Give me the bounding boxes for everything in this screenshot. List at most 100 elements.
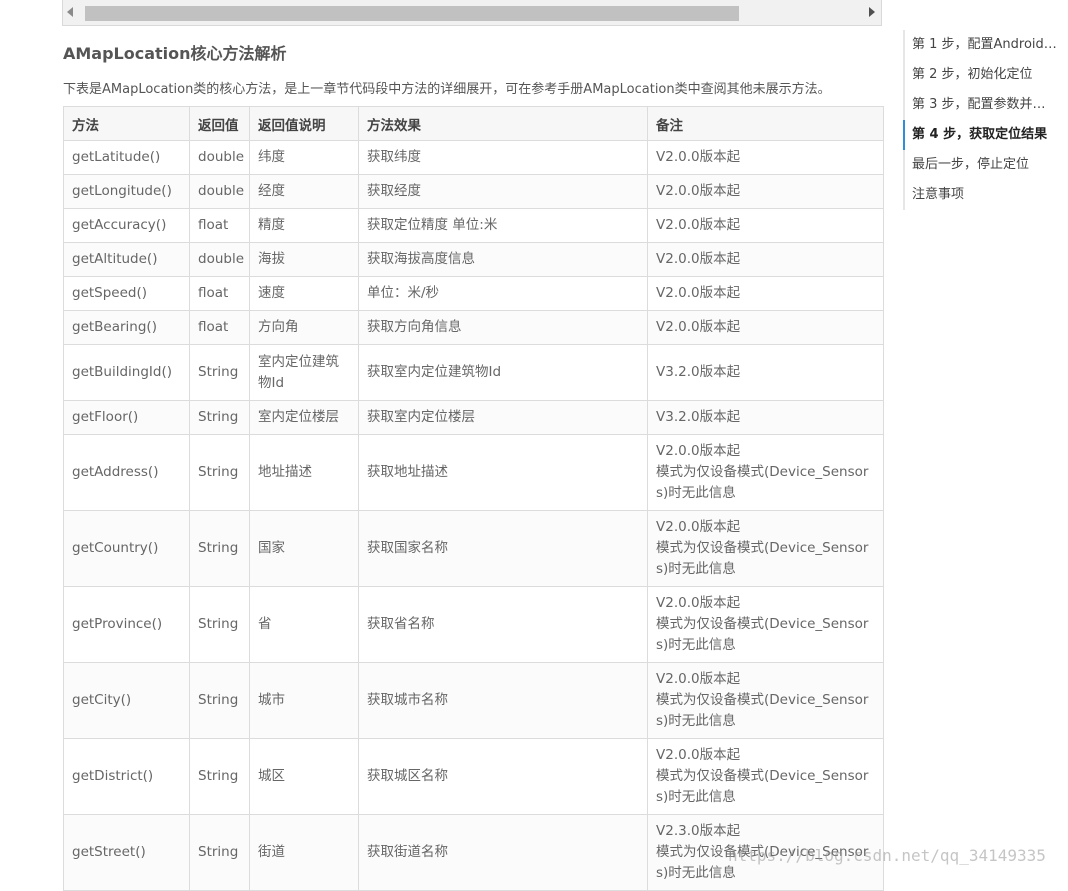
note-cell: V3.2.0版本起 <box>647 400 884 435</box>
note-line: V2.0.0版本起 <box>656 285 741 301</box>
note-line: V2.0.0版本起 <box>656 443 741 459</box>
method-cell: getLongitude() <box>63 174 190 209</box>
note-line: V2.0.0版本起 <box>656 183 741 199</box>
note-cell: V3.2.0版本起 <box>647 344 884 401</box>
return-type-cell: String <box>189 814 250 891</box>
intro-text: 下表是AMapLocation类的核心方法，是上一章节代码段中方法的详细展开，可… <box>63 82 831 97</box>
note-line: 模式为仅设备模式(Device_Sensor <box>656 692 869 708</box>
return-type-cell: String <box>189 434 250 511</box>
effect-cell: 获取街道名称 <box>358 814 648 891</box>
effect-cell: 获取方向角信息 <box>358 310 648 345</box>
toc-item-step-4[interactable]: 第 4 步，获取定位结果 <box>903 120 1065 150</box>
toc-item-step-1[interactable]: 第 1 步，配置Android… <box>903 30 1065 60</box>
column-header: 返回值说明 <box>249 106 359 141</box>
effect-cell: 获取省名称 <box>358 586 648 663</box>
note-line: V2.0.0版本起 <box>656 251 741 267</box>
method-cell: getCity() <box>63 662 190 739</box>
table-row: getBearing() float 方向角 获取方向角信息 V2.0.0版本起 <box>63 310 884 345</box>
note-cell: V2.0.0版本起 模式为仅设备模式(Device_Sensor s)时无此信息 <box>647 738 884 815</box>
method-cell: getAddress() <box>63 434 190 511</box>
effect-cell: 获取城区名称 <box>358 738 648 815</box>
table-row: getCity() String 城市 获取城市名称 V2.0.0版本起 模式为仅设备模式… <box>63 662 884 739</box>
table-row: getDistrict() String 城区 获取城区名称 V2.0.0版本起 模式为仅… <box>63 738 884 815</box>
return-desc-cell: 精度 <box>249 208 359 243</box>
note-line: s)时无此信息 <box>656 637 736 653</box>
note-line: V2.0.0版本起 <box>656 747 741 763</box>
method-cell: getDistrict() <box>63 738 190 815</box>
return-type-cell: float <box>189 310 250 345</box>
table-row: getProvince() String 省获取省名称 V2.0.0版本起 模式为仅设备… <box>63 586 884 663</box>
column-header: 返回值 <box>189 106 250 141</box>
return-desc-cell: 经度 <box>249 174 359 209</box>
note-line: V2.0.0版本起 <box>656 217 741 233</box>
method-cell: getAltitude() <box>63 242 190 277</box>
note-cell: V2.0.0版本起 <box>647 242 884 277</box>
note-cell: V2.0.0版本起 <box>647 140 884 175</box>
table-row: getAccuracy() float 精度 获取定位精度 单位:米 V2.0.0版本起 <box>63 208 884 243</box>
horizontal-scrollbar[interactable] <box>62 0 882 26</box>
toc-item-step-3[interactable]: 第 3 步，配置参数并… <box>903 90 1065 120</box>
note-cell: V2.0.0版本起 模式为仅设备模式(Device_Sensor s)时无此信息 <box>647 662 884 739</box>
note-line: V2.0.0版本起 <box>656 595 741 611</box>
effect-cell: 获取定位精度 单位:米 <box>358 208 648 243</box>
method-cell: getStreet() <box>63 814 190 891</box>
return-type-cell: String <box>189 510 250 587</box>
note-cell: V2.0.0版本起 <box>647 276 884 311</box>
return-desc-cell: 方向角 <box>249 310 359 345</box>
scroll-left-icon[interactable] <box>67 7 73 17</box>
method-cell: getBuildingId() <box>63 344 190 401</box>
note-cell: V2.0.0版本起 <box>647 208 884 243</box>
effect-cell: 获取室内定位建筑物Id <box>358 344 648 401</box>
return-type-cell: float <box>189 276 250 311</box>
table-row: getAltitude() double 海拔 获取海拔高度信息 V2.0.0版本起 <box>63 242 884 277</box>
toc-item-notes[interactable]: 注意事项 <box>903 180 1065 210</box>
table-of-contents: 第 1 步，配置Android… 第 2 步，初始化定位 第 3 步，配置参数并… <box>903 30 1065 210</box>
note-line: s)时无此信息 <box>656 713 736 729</box>
return-desc-cell: 纬度 <box>249 140 359 175</box>
return-desc-cell: 城市 <box>249 662 359 739</box>
return-type-cell: String <box>189 662 250 739</box>
note-line: 模式为仅设备模式(Device_Sensor <box>656 464 869 480</box>
return-desc-cell: 室内定位建筑物Id <box>249 344 359 401</box>
method-cell: getFloor() <box>63 400 190 435</box>
note-line: 模式为仅设备模式(Device_Sensor <box>656 540 869 556</box>
note-cell: V2.0.0版本起模式为仅设备模式(Device_Sensor s)时无此信息 <box>647 586 884 663</box>
watermark: https://blog.csdn.net/qq_34149335 <box>728 846 1046 865</box>
note-line: V2.3.0版本起 <box>656 823 741 839</box>
method-cell: getProvince() <box>63 586 190 663</box>
return-desc-cell: 省 <box>249 586 359 663</box>
note-cell: V2.0.0版本起 <box>647 310 884 345</box>
note-cell: V2.0.0版本起 模式为仅设备模式(Device_Sensor s)时无此信息 <box>647 510 884 587</box>
effect-cell: 单位：米/秒 <box>358 276 648 311</box>
table-row: getLongitude() double 经度 获取经度 V2.0.0版本起 <box>63 174 884 209</box>
table-row: getFloor() String 室内定位楼层 获取室内定位楼层 V3.2.0版本起 <box>63 400 884 435</box>
return-type-cell: String <box>189 586 250 663</box>
toc-item-step-2[interactable]: 第 2 步，初始化定位 <box>903 60 1065 90</box>
method-cell: getLatitude() <box>63 140 190 175</box>
note-line: s)时无此信息 <box>656 865 736 881</box>
effect-cell: 获取纬度 <box>358 140 648 175</box>
return-desc-cell: 地址描述 <box>249 434 359 511</box>
return-desc-cell: 速度 <box>249 276 359 311</box>
method-cell: getSpeed() <box>63 276 190 311</box>
note-cell: V2.0.0版本起 模式为仅设备模式(Device_Sensor s)时无此信息 <box>647 434 884 511</box>
effect-cell: 获取海拔高度信息 <box>358 242 648 277</box>
note-line: V2.0.0版本起 <box>656 149 741 165</box>
note-line: s)时无此信息 <box>656 789 736 805</box>
return-type-cell: String <box>189 400 250 435</box>
column-header: 方法 <box>63 106 190 141</box>
note-line: 模式为仅设备模式(Device_Sensor <box>656 616 869 632</box>
table-body: getLatitude() double 纬度 获取纬度 V2.0.0版本起 getLon… <box>63 140 884 891</box>
column-header: 方法效果 <box>358 106 648 141</box>
toc-item-last-step[interactable]: 最后一步，停止定位 <box>903 150 1065 180</box>
return-type-cell: String <box>189 738 250 815</box>
scroll-right-icon[interactable] <box>869 7 875 17</box>
return-desc-cell: 国家 <box>249 510 359 587</box>
method-cell: getAccuracy() <box>63 208 190 243</box>
return-type-cell: float <box>189 208 250 243</box>
scrollbar-thumb[interactable] <box>85 6 739 21</box>
return-desc-cell: 城区 <box>249 738 359 815</box>
note-line: s)时无此信息 <box>656 561 736 577</box>
section-title: AMapLocation核心方法解析 <box>63 44 287 63</box>
table-header-row: 方法 返回值 返回值说明 方法效果 备注 <box>63 106 884 141</box>
